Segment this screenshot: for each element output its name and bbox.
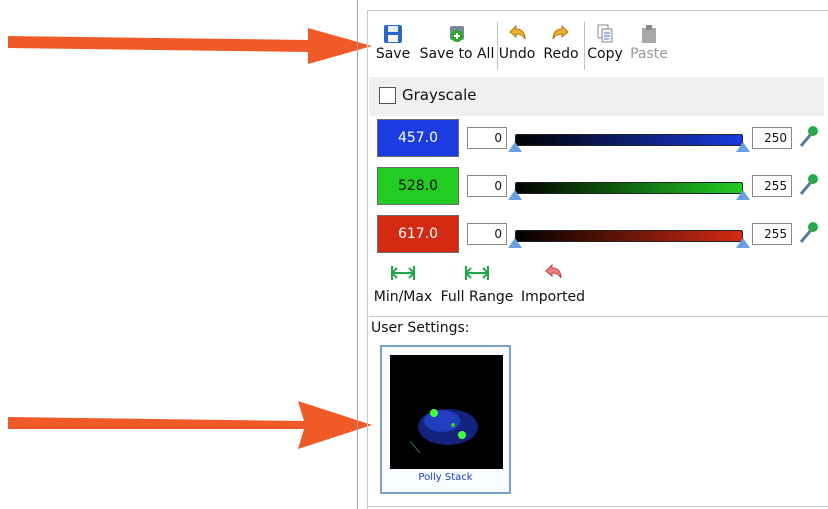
copy-icon [597, 24, 613, 43]
floppy-disk-icon [384, 25, 402, 43]
imported-button[interactable]: Imported [520, 263, 586, 305]
imported-label: Imported [521, 289, 585, 305]
paste-label: Paste [630, 46, 668, 62]
paste-icon [642, 25, 656, 43]
thumbnail-image [390, 355, 503, 469]
min-max-button[interactable]: Min/Max [372, 264, 434, 305]
channel-color-swatch[interactable]: 528.0 [377, 167, 459, 205]
max-handle[interactable] [736, 190, 750, 200]
min-value-input[interactable]: 0 [467, 223, 507, 245]
annotation-arrow-bottom [8, 401, 372, 449]
annotation-arrow-top [8, 28, 372, 64]
max-value-input[interactable]: 250 [752, 127, 792, 149]
undo-label: Undo [498, 46, 536, 62]
save-to-all-icon [450, 26, 464, 42]
intensity-slider[interactable] [508, 124, 750, 154]
user-settings-title: User Settings: [371, 320, 470, 336]
min-handle[interactable] [508, 238, 522, 248]
undo-arrow-icon [545, 263, 562, 279]
panel-bottom-border [367, 506, 828, 507]
grayscale-label: Grayscale [402, 86, 477, 104]
intensity-slider[interactable] [508, 172, 750, 202]
min-max-icon [391, 266, 415, 280]
full-range-button[interactable]: Full Range [440, 264, 514, 305]
save-to-all-button[interactable]: Save to All [419, 24, 495, 68]
cell-image-graphic [390, 355, 503, 469]
copy-button[interactable]: Copy [586, 24, 624, 68]
paste-button[interactable]: Paste [628, 24, 670, 68]
redo-button[interactable]: Redo [542, 24, 580, 68]
slider-track [515, 134, 743, 146]
copy-label: Copy [587, 46, 623, 62]
panel-left-border [357, 0, 358, 509]
toolbar-separator-2 [584, 22, 585, 70]
min-handle[interactable] [508, 190, 522, 200]
thumbnail-caption: Polly Stack [418, 472, 473, 483]
max-handle[interactable] [736, 142, 750, 152]
panel-top-border [367, 10, 828, 11]
undo-icon [509, 24, 526, 40]
grayscale-checkbox[interactable] [379, 87, 396, 104]
redo-icon [552, 24, 569, 40]
min-max-label: Min/Max [373, 289, 433, 305]
channel-color-swatch[interactable]: 457.0 [377, 119, 459, 157]
full-range-label: Full Range [440, 289, 514, 305]
eyedropper-icon[interactable] [797, 220, 819, 246]
eyedropper-icon[interactable] [797, 172, 819, 198]
user-setting-thumbnail[interactable]: Polly Stack [380, 345, 511, 494]
full-range-icon [465, 266, 489, 280]
max-value-input[interactable]: 255 [752, 223, 792, 245]
slider-track [515, 182, 743, 194]
channel-color-swatch[interactable]: 617.0 [377, 215, 459, 253]
save-to-all-label: Save to All [419, 46, 495, 62]
eyedropper-icon[interactable] [797, 124, 819, 150]
min-handle[interactable] [508, 142, 522, 152]
slider-track [515, 230, 743, 242]
intensity-slider[interactable] [508, 220, 750, 250]
max-handle[interactable] [736, 238, 750, 248]
user-settings-divider [369, 316, 828, 317]
min-value-input[interactable]: 0 [467, 175, 507, 197]
min-value-input[interactable]: 0 [467, 127, 507, 149]
save-button[interactable]: Save [375, 24, 411, 68]
redo-label: Redo [543, 46, 579, 62]
max-value-input[interactable]: 255 [752, 175, 792, 197]
panel-inner-border [367, 10, 368, 509]
grayscale-row: Grayscale [369, 77, 824, 116]
save-label: Save [375, 46, 411, 62]
undo-button[interactable]: Undo [498, 24, 536, 68]
